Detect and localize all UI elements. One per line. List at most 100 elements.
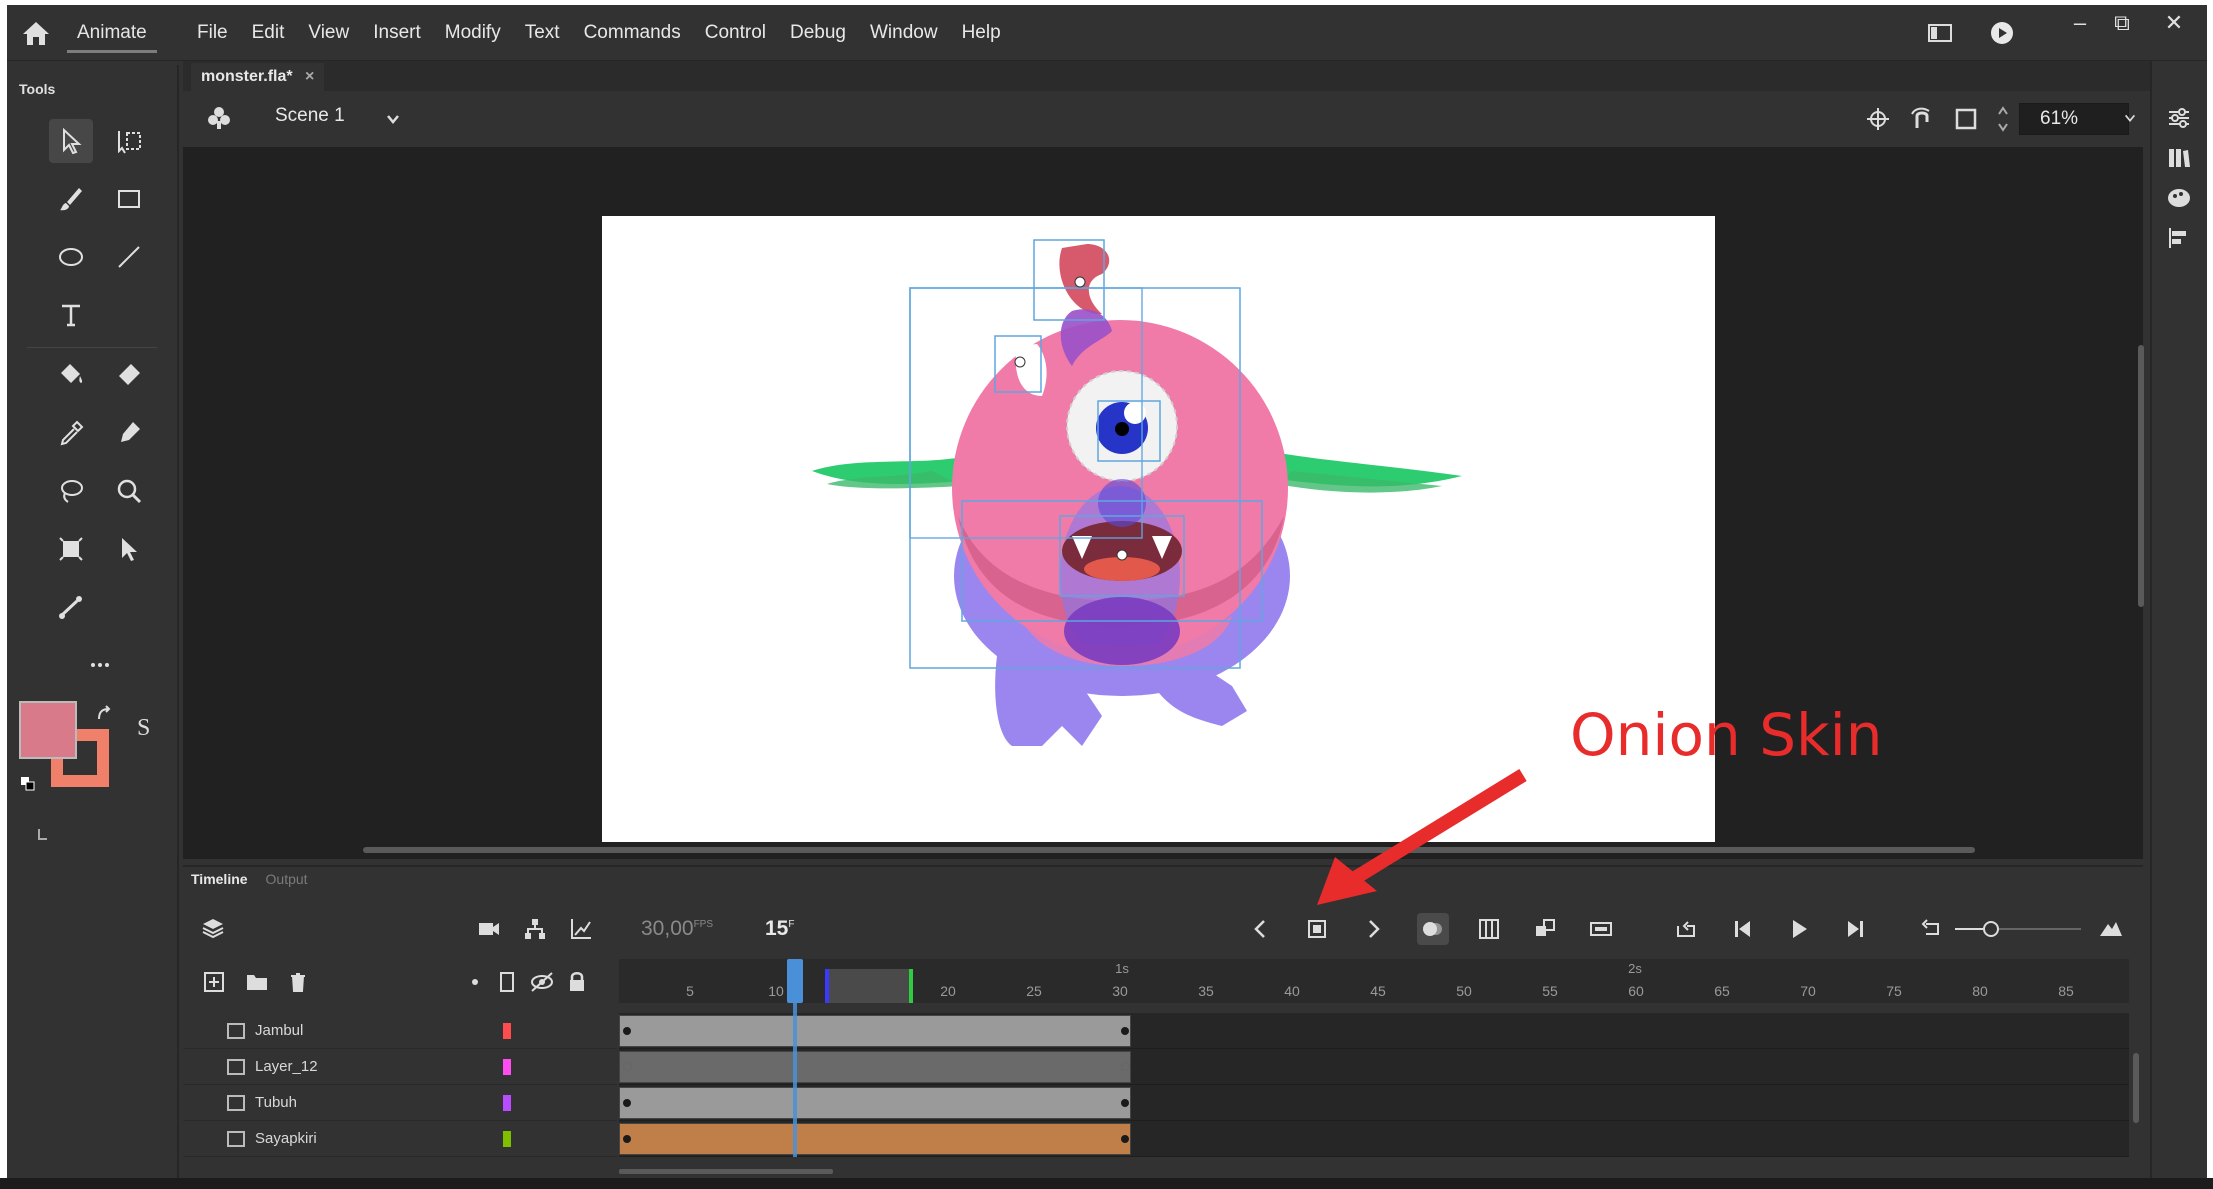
menu-view[interactable]: View (296, 22, 361, 44)
menu-insert[interactable]: Insert (361, 22, 433, 44)
frame-size-slider[interactable] (1953, 919, 2083, 939)
frame-rate[interactable]: 30,00FPS (641, 917, 713, 941)
step-forward-button[interactable] (1839, 913, 1871, 945)
stage-vertical-scrollbar[interactable] (2138, 345, 2144, 607)
bone-tool[interactable] (49, 585, 93, 629)
library-icon[interactable] (2166, 145, 2192, 171)
zoom-stepper-icon[interactable] (1997, 104, 2009, 134)
current-frame[interactable]: 15F (765, 917, 794, 941)
document-tab[interactable]: monster.fla* × (191, 63, 325, 91)
layer-color-swatch[interactable] (503, 1131, 511, 1147)
zoom-tool[interactable] (107, 469, 151, 513)
frame-grid[interactable] (619, 1013, 2129, 1157)
edit-multiple-frames-button[interactable] (1473, 913, 1505, 945)
menu-edit[interactable]: Edit (240, 22, 297, 44)
onion-skin-button[interactable] (1417, 913, 1449, 945)
scene-icon[interactable] (205, 103, 233, 131)
edit-toolbar-button[interactable] (78, 643, 122, 687)
document-tab-close[interactable]: × (305, 68, 314, 85)
keyframe[interactable] (623, 1027, 631, 1035)
layer-parenting-button[interactable] (519, 913, 551, 945)
lock-icon[interactable] (567, 970, 587, 992)
fit-frames-button[interactable] (2095, 913, 2127, 945)
lasso-tool[interactable] (49, 469, 93, 513)
frame-ruler[interactable]: 1s 2s 5 10 15 20 25 30 35 40 45 50 55 60… (619, 959, 2129, 1003)
text-tool[interactable] (49, 293, 93, 337)
highlight-layers-icon[interactable] (470, 977, 480, 987)
fill-color-swatch[interactable] (19, 701, 77, 759)
zoom-dropdown-icon[interactable] (2123, 111, 2137, 125)
swap-colors-icon[interactable] (95, 705, 115, 725)
frame-row[interactable] (619, 1121, 2129, 1157)
home-icon[interactable] (21, 19, 51, 47)
center-stage-icon[interactable] (1865, 106, 1891, 132)
scene-selector[interactable]: Scene 1 (275, 105, 345, 127)
onion-skin-end-marker[interactable] (909, 969, 913, 1003)
menu-help[interactable]: Help (950, 22, 1013, 44)
assets-icon[interactable] (2166, 185, 2192, 211)
frame-row[interactable] (619, 1085, 2129, 1121)
brush-tool[interactable] (49, 177, 93, 221)
frame-row[interactable] (619, 1013, 2129, 1049)
workspace-layout-icon[interactable] (1927, 21, 1953, 45)
menu-commands[interactable]: Commands (572, 22, 693, 44)
next-keyframe-button[interactable] (1357, 913, 1389, 945)
test-movie-icon[interactable] (1989, 21, 2015, 45)
step-back-button[interactable] (1727, 913, 1759, 945)
outline-icon[interactable] (499, 971, 515, 993)
close-button[interactable]: ✕ (2157, 9, 2191, 37)
frame-span[interactable] (619, 1051, 1131, 1083)
restore-button[interactable]: ⧉ (2105, 9, 2139, 37)
menu-file[interactable]: File (185, 22, 240, 44)
layer-color-swatch[interactable] (503, 1023, 511, 1039)
layer-row[interactable]: Tubuh (183, 1085, 617, 1121)
monster-artwork[interactable] (602, 216, 1715, 842)
keyframe[interactable] (1121, 1027, 1129, 1035)
eyedropper-tool[interactable] (49, 411, 93, 455)
stage[interactable] (602, 216, 1715, 842)
keyframe[interactable] (1121, 1135, 1129, 1143)
classic-tween-span[interactable] (619, 1123, 1131, 1155)
insert-keyframe-button[interactable] (1301, 913, 1333, 945)
eye-hidden-icon[interactable] (529, 971, 555, 993)
frame-row[interactable] (619, 1049, 2129, 1085)
layer-view-button[interactable] (197, 913, 229, 945)
menu-text[interactable]: Text (513, 22, 572, 44)
align-icon[interactable] (2166, 225, 2192, 251)
new-layer-icon[interactable] (203, 971, 225, 993)
tab-timeline[interactable]: Timeline (191, 871, 248, 895)
default-colors-icon[interactable] (21, 777, 35, 791)
keyframe[interactable] (623, 1099, 631, 1107)
menu-control[interactable]: Control (693, 22, 778, 44)
keyframe[interactable] (1121, 1099, 1129, 1107)
create-tween-button[interactable] (1585, 913, 1617, 945)
oval-tool[interactable] (49, 235, 93, 279)
play-button[interactable] (1783, 913, 1815, 945)
minimize-button[interactable]: – (2063, 9, 2097, 37)
clip-canvas-icon[interactable] (1953, 106, 1979, 132)
rectangle-tool[interactable] (107, 177, 151, 221)
empty-keyframe[interactable] (623, 1062, 632, 1071)
line-tool[interactable] (107, 235, 151, 279)
undo-zoom-button[interactable] (1915, 913, 1947, 945)
pen-tool[interactable] (107, 411, 151, 455)
eraser-tool[interactable] (107, 353, 151, 397)
rotation-tool-icon[interactable] (1909, 106, 1935, 132)
frame-span[interactable] (619, 1087, 1131, 1119)
graph-button[interactable] (565, 913, 597, 945)
paint-bucket-tool[interactable] (49, 353, 93, 397)
free-transform-tool[interactable] (107, 119, 151, 163)
camera-button[interactable] (473, 913, 505, 945)
workspace-tab-animate[interactable]: Animate (67, 13, 157, 53)
playhead[interactable] (787, 959, 803, 1157)
trash-icon[interactable] (287, 971, 309, 993)
tab-output[interactable]: Output (266, 871, 308, 895)
previous-keyframe-button[interactable] (1245, 913, 1277, 945)
menu-modify[interactable]: Modify (433, 22, 513, 44)
timeline-horizontal-scrollbar[interactable] (619, 1169, 833, 1174)
panel-collapse-icon[interactable] (33, 825, 53, 845)
selection-tool[interactable] (49, 119, 93, 163)
frame-span[interactable] (619, 1015, 1131, 1047)
layer-row[interactable]: Sayapkiri (183, 1121, 617, 1157)
swap-symbol-button[interactable] (1529, 913, 1561, 945)
